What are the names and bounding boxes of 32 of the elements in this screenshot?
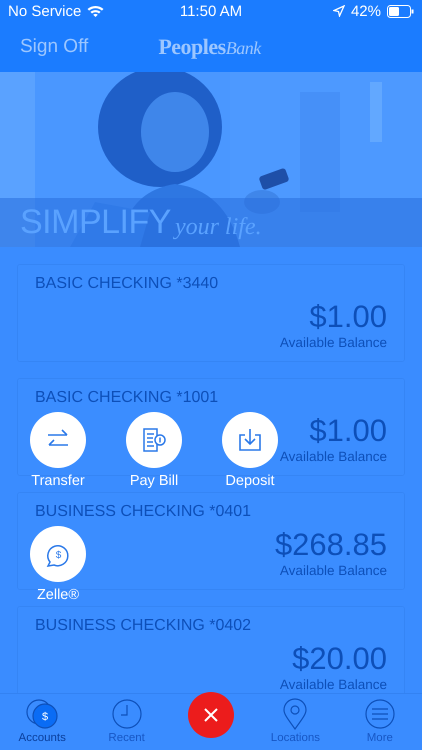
account-balance: $20.00 <box>292 641 387 677</box>
balance-caption: Available Balance <box>280 563 387 578</box>
clock-time: 11:50 AM <box>180 2 242 20</box>
close-button[interactable] <box>188 692 234 738</box>
clock-icon <box>110 698 143 730</box>
tab-bar-item[interactable]: Locations <box>253 694 338 750</box>
account-card[interactable]: BASIC CHECKING *3440 $1.00 Available Balance <box>17 264 405 362</box>
close-icon <box>204 708 218 722</box>
carrier-text: No Service <box>8 2 82 20</box>
balance-caption: Available Balance <box>280 449 387 464</box>
download-tray-icon <box>237 427 263 453</box>
map-pin-icon <box>282 698 308 730</box>
balance-caption: Available Balance <box>280 335 387 350</box>
account-name: BUSINESS CHECKING *0401 <box>35 503 252 521</box>
account-balance: $1.00 <box>309 299 387 335</box>
account-name: BASIC CHECKING *1001 <box>35 389 218 407</box>
account-balance: $268.85 <box>274 527 387 563</box>
bank-logo: PeoplesBank <box>158 34 261 60</box>
battery-percent: 42% <box>350 2 381 20</box>
account-name: BASIC CHECKING *3440 <box>35 275 218 293</box>
account-card[interactable]: BUSINESS CHECKING *0402 $20.00 Available Balance <box>17 606 405 694</box>
menu-icon <box>364 698 396 730</box>
tab-bar-item[interactable]: Recent <box>84 694 169 750</box>
tab-bar-item[interactable]: $ Accounts <box>0 694 84 750</box>
tab-bar-item[interactable]: More <box>338 694 422 750</box>
sign-off-link[interactable]: Sign Off <box>20 36 88 58</box>
battery-icon <box>386 4 414 18</box>
balance-caption: Available Balance <box>280 677 387 692</box>
account-name: BUSINESS CHECKING *0402 <box>35 617 252 635</box>
wifi-icon <box>87 5 104 17</box>
account-balance: $1.00 <box>309 413 387 449</box>
location-arrow-icon <box>332 5 345 17</box>
